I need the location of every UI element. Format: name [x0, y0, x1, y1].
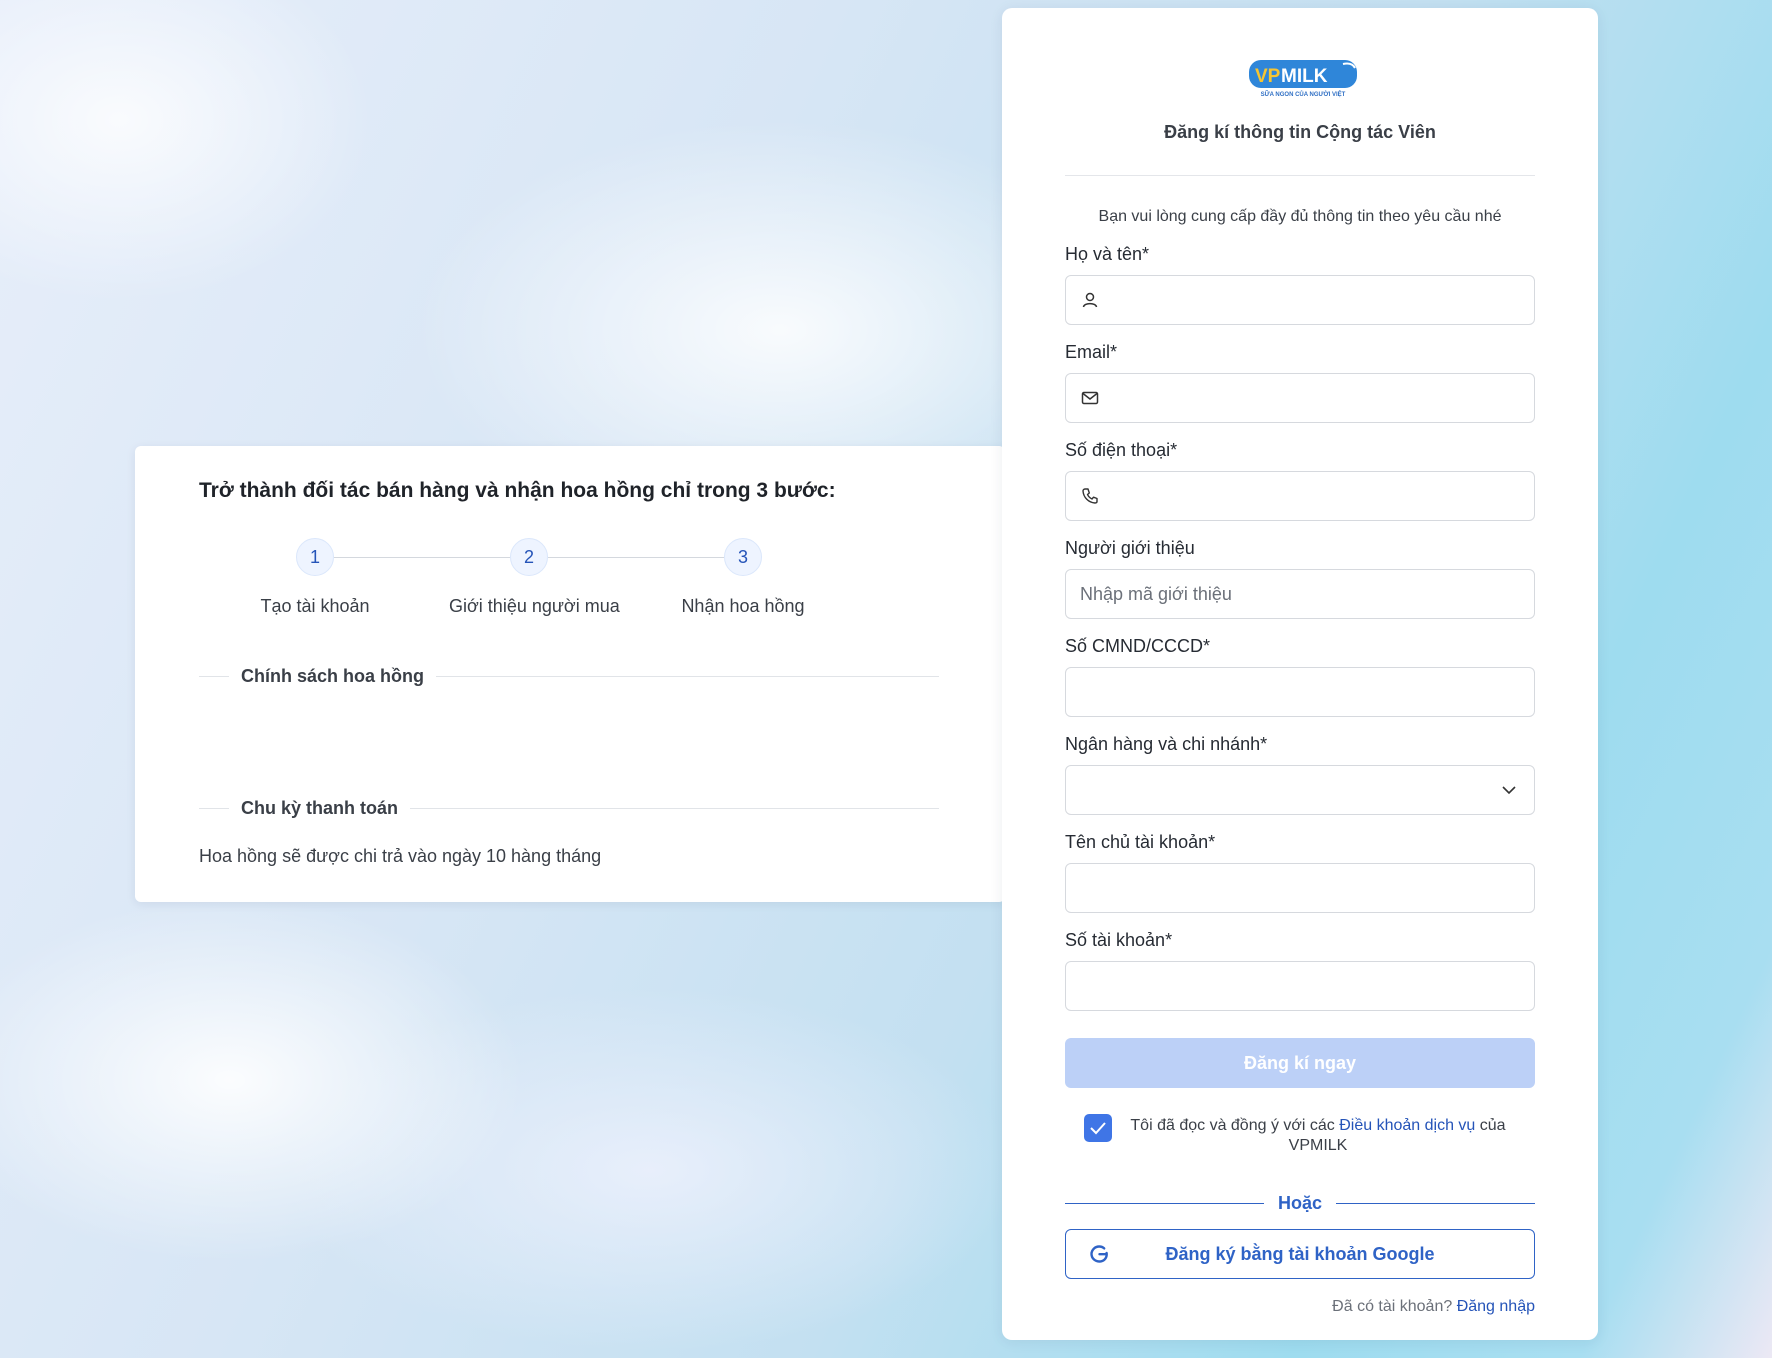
or-label: Hoặc	[1278, 1192, 1323, 1213]
form-hint: Bạn vui lòng cung cấp đầy đủ thông tin t…	[1098, 208, 1502, 225]
id-number-label: Số CMND/CCCD*	[1065, 636, 1211, 656]
id-number-field[interactable]	[1065, 667, 1535, 717]
step-3: 3 Nhận hoa hồng	[663, 538, 823, 617]
vpmilk-logo: VP MILK SỮA NGON CỦA NGƯỜI VIỆT	[1249, 60, 1357, 98]
step-number: 3	[724, 538, 762, 576]
phone-field[interactable]	[1065, 471, 1535, 521]
phone-label: Số điện thoại*	[1065, 440, 1178, 460]
mail-icon	[1081, 391, 1099, 405]
email-label: Email*	[1065, 342, 1118, 362]
phone-icon	[1082, 488, 1098, 504]
full-name-label: Họ và tên*	[1065, 244, 1150, 264]
chevron-down-icon[interactable]	[1500, 781, 1518, 799]
register-now-button[interactable]: Đăng kí ngay	[1065, 1038, 1535, 1088]
email-input[interactable]	[1110, 374, 1520, 422]
account-number-field[interactable]	[1065, 961, 1535, 1011]
step-label: Nhận hoa hồng	[681, 596, 805, 616]
step-2: 2 Giới thiệu người mua	[449, 538, 620, 617]
title-divider	[1065, 175, 1535, 176]
info-title: Trở thành đối tác bán hàng và nhận hoa h…	[199, 479, 836, 502]
step-label: Tạo tài khoản	[260, 596, 370, 616]
terms-of-service-link[interactable]: Điều khoản dịch vụ	[1339, 1117, 1475, 1134]
commission-policy-heading: Chính sách hoa hồng	[241, 665, 424, 686]
svg-text:VP: VP	[1255, 66, 1281, 87]
form-title: Đăng kí thông tin Cộng tác Viên	[1164, 122, 1436, 142]
commission-policy-divider: Chính sách hoa hồng	[199, 664, 939, 688]
logo-tagline: SỮA NGON CỦA NGƯỜI VIỆT	[1261, 90, 1346, 98]
payment-note: Hoa hồng sẽ được chi trả vào ngày 10 hàn…	[199, 846, 602, 866]
info-card: Trở thành đối tác bán hàng và nhận hoa h…	[135, 446, 1005, 902]
login-prompt-row: Đã có tài khoản? Đăng nhập	[1332, 1298, 1535, 1316]
step-number: 1	[296, 538, 334, 576]
google-signup-button[interactable]: Đăng ký bằng tài khoản Google	[1065, 1229, 1535, 1279]
account-holder-label: Tên chủ tài khoản*	[1065, 832, 1216, 852]
full-name-input[interactable]	[1110, 276, 1520, 324]
svg-text:MILK: MILK	[1281, 66, 1328, 87]
bank-select[interactable]	[1065, 765, 1535, 815]
email-field[interactable]	[1065, 373, 1535, 423]
account-holder-input[interactable]	[1080, 864, 1520, 912]
login-link[interactable]: Đăng nhập	[1457, 1298, 1535, 1315]
full-name-field[interactable]	[1065, 275, 1535, 325]
referrer-field[interactable]	[1065, 569, 1535, 619]
step-label: Giới thiệu người mua	[449, 596, 620, 616]
step-1: 1 Tạo tài khoản	[235, 538, 395, 617]
terms-agreement: Tôi đã đọc và đồng ý với các Điều khoản …	[1084, 1116, 1516, 1156]
registration-form-card: VP MILK SỮA NGON CỦA NGƯỜI VIỆT Đăng kí …	[1002, 8, 1598, 1340]
payment-cycle-heading: Chu kỳ thanh toán	[241, 797, 398, 818]
login-prompt: Đã có tài khoản?	[1332, 1298, 1457, 1315]
or-divider: Hoặc	[1065, 1191, 1536, 1215]
account-holder-field[interactable]	[1065, 863, 1535, 913]
user-icon	[1082, 292, 1098, 308]
id-number-input[interactable]	[1080, 668, 1520, 716]
payment-cycle-divider: Chu kỳ thanh toán	[199, 796, 939, 820]
referrer-input[interactable]	[1080, 570, 1520, 618]
phone-input[interactable]	[1110, 472, 1520, 520]
step-number: 2	[510, 538, 548, 576]
account-number-label: Số tài khoản*	[1065, 930, 1173, 950]
terms-prefix: Tôi đã đọc và đồng ý với các	[1130, 1117, 1340, 1134]
referrer-label: Người giới thiệu	[1065, 538, 1195, 558]
google-icon	[1090, 1245, 1108, 1263]
bank-label: Ngân hàng và chi nhánh*	[1065, 734, 1268, 754]
steps-progress: 1 Tạo tài khoản 2 Giới thiệu người mua 3…	[260, 538, 805, 628]
google-signup-label: Đăng ký bằng tài khoản Google	[1165, 1243, 1435, 1264]
account-number-input[interactable]	[1080, 962, 1520, 1010]
